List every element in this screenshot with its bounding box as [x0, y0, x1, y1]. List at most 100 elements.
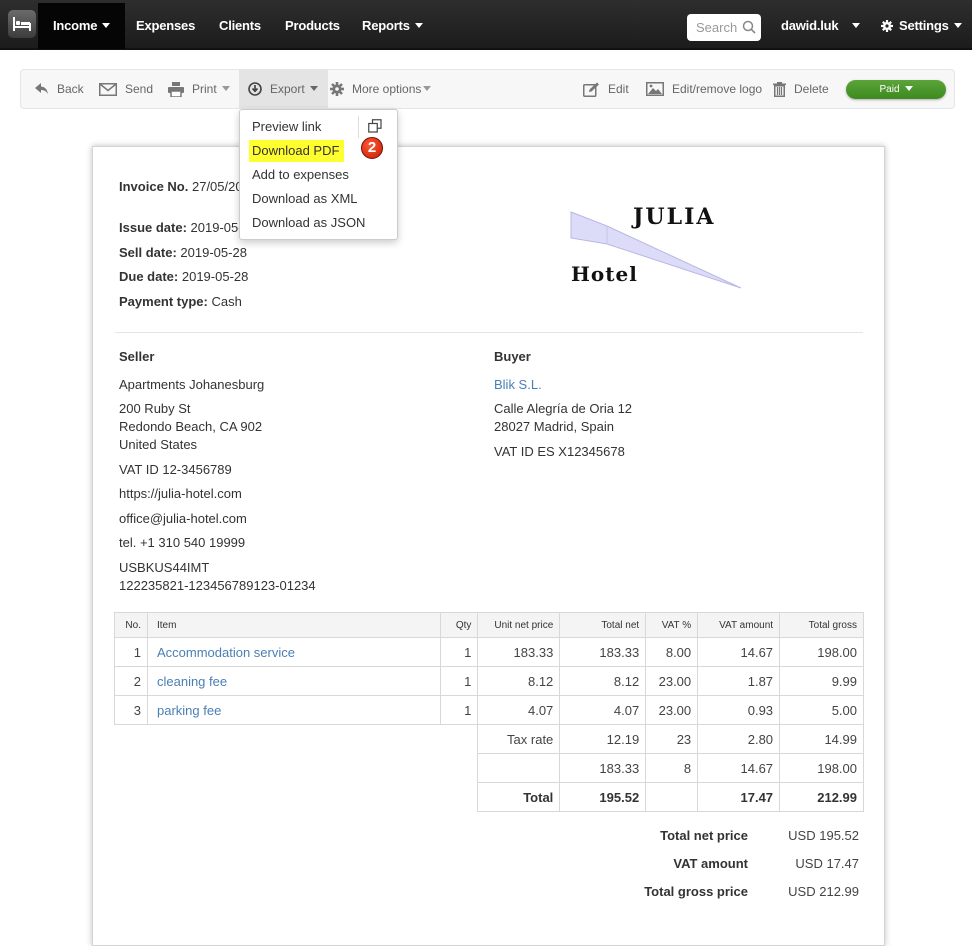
item-link[interactable]: parking fee — [146, 695, 442, 725]
logo-julia-text: JULIA — [633, 204, 716, 230]
cell-unit-net: 183.33 — [477, 637, 561, 667]
chevron-down-icon — [309, 85, 318, 91]
sell-date-label: Sell date: — [119, 245, 177, 260]
printer-icon — [168, 81, 184, 97]
seller-title: Seller — [119, 349, 155, 364]
cell-unit-net: 8.12 — [477, 666, 561, 696]
settings-menu[interactable]: Settings — [881, 3, 962, 49]
seller-website: https://julia-hotel.com — [119, 486, 242, 501]
search-input[interactable]: Search — [687, 14, 761, 41]
export-label: Export — [270, 82, 305, 96]
invoice-number-value: 27/05/20 — [191, 179, 243, 194]
tax-net: 183.33 — [559, 753, 647, 783]
menu-item-add-to-expenses[interactable]: Add to expenses — [252, 164, 349, 186]
total-net: 195.52 — [559, 782, 647, 812]
menu-item-download-xml[interactable]: Download as XML — [252, 188, 358, 210]
edit-logo-label: Edit/remove logo — [672, 82, 763, 96]
cell-vat-amount: 14.67 — [697, 637, 781, 667]
app-logo-button[interactable] — [7, 5, 37, 43]
cell-qty: 1 — [440, 666, 479, 696]
nav-income-label: Income — [53, 18, 98, 33]
gear-icon — [881, 19, 893, 32]
summary-net-label: Total net price — [660, 828, 748, 843]
cell-vat-pct: 8.00 — [645, 637, 699, 667]
col-header-no: No. — [114, 612, 148, 638]
download-circle-icon — [248, 82, 262, 96]
menu-item-preview-link[interactable]: Preview link — [252, 116, 321, 138]
image-icon — [646, 82, 664, 96]
cell-qty: 1 — [440, 695, 479, 725]
status-paid-button[interactable]: Paid — [846, 80, 946, 99]
search-placeholder: Search — [696, 20, 738, 35]
nav-reports[interactable]: Reports — [362, 3, 423, 49]
sell-date: Sell date: 2019-05-28 — [119, 245, 247, 260]
search-icon[interactable] — [742, 20, 756, 34]
item-link[interactable]: cleaning fee — [146, 666, 442, 696]
settings-label: Settings — [899, 18, 949, 33]
tax-rate: 8 — [645, 753, 699, 783]
nav-products[interactable]: Products — [285, 3, 340, 49]
empty-cell — [477, 753, 561, 783]
step-number-badge: 2 — [361, 137, 383, 159]
nav-clients[interactable]: Clients — [219, 3, 261, 49]
seller-account: 122235821-123456789123-01234 — [119, 578, 316, 593]
company-logo: JULIA Hotel — [569, 202, 744, 292]
tax-rate-row: 183.33 8 14.67 198.00 — [115, 753, 864, 783]
cell-no: 3 — [114, 695, 148, 725]
chevron-down-icon — [852, 23, 861, 29]
col-header-vat-amount: VAT amount — [697, 612, 781, 638]
col-header-vat-pct: VAT % — [645, 612, 699, 638]
menu-item-download-pdf[interactable]: Download PDF — [249, 140, 345, 162]
edit-label: Edit — [608, 82, 629, 96]
buyer-name-link[interactable]: Blik S.L. — [494, 376, 542, 394]
status-label: Paid — [879, 84, 900, 95]
buyer-title: Buyer — [494, 349, 531, 364]
menu-item-download-json[interactable]: Download as JSON — [252, 212, 365, 234]
summary-vat-value: USD 17.47 — [795, 856, 859, 871]
print-button[interactable]: Print — [168, 70, 230, 108]
cell-total-gross: 9.99 — [779, 666, 864, 696]
cell-total-net: 4.07 — [559, 695, 647, 725]
seller-email: office@julia-hotel.com — [119, 511, 247, 526]
nav-reports-label: Reports — [362, 18, 410, 33]
back-button[interactable]: Back — [35, 70, 84, 108]
chevron-down-icon — [904, 85, 913, 91]
seller-address-line1: 200 Ruby St — [119, 401, 191, 416]
total-vat: 17.47 — [697, 782, 781, 812]
copy-icon[interactable] — [368, 119, 382, 133]
col-header-item: Item — [146, 612, 442, 638]
more-options-button[interactable]: More options — [330, 70, 432, 108]
total-gross: 212.99 — [779, 782, 864, 812]
delete-button[interactable]: Delete — [773, 70, 829, 108]
tax-rate: 23 — [645, 724, 699, 754]
cell-vat-amount: 0.93 — [697, 695, 781, 725]
empty-cell — [645, 782, 699, 812]
buyer-address-line2: 28027 Madrid, Spain — [494, 419, 614, 434]
chevron-down-icon — [102, 23, 111, 29]
edit-button[interactable]: Edit — [583, 70, 629, 108]
table-row: 2 cleaning fee 1 8.12 8.12 23.00 1.87 9.… — [114, 666, 864, 696]
cell-vat-pct: 23.00 — [645, 666, 699, 696]
item-link[interactable]: Accommodation service — [146, 637, 442, 667]
send-button[interactable]: Send — [99, 70, 153, 108]
total-row: Total 195.52 17.47 212.99 — [115, 782, 864, 812]
delete-label: Delete — [794, 82, 829, 96]
edit-logo-button[interactable]: Edit/remove logo — [646, 70, 762, 108]
user-menu[interactable]: dawid.luk — [781, 3, 861, 49]
export-button[interactable]: Export — [239, 70, 328, 108]
table-row: 1 Accommodation service 1 183.33 183.33 … — [114, 637, 864, 667]
seller-name: Apartments Johanesburg — [119, 377, 265, 392]
cell-unit-net: 4.07 — [477, 695, 561, 725]
cell-total-gross: 5.00 — [779, 695, 864, 725]
tax-rate-row: Tax rate 12.19 23 2.80 14.99 — [114, 724, 864, 754]
cell-no: 1 — [114, 637, 148, 667]
more-options-label: More options — [352, 82, 422, 96]
nav-income[interactable]: Income — [38, 3, 126, 49]
nav-expenses[interactable]: Expenses — [136, 3, 195, 49]
trash-icon — [773, 81, 786, 97]
cell-qty: 1 — [440, 637, 479, 667]
divider — [115, 332, 863, 333]
invoice-items-table: No. Item Qty Unit net price Total net VA… — [114, 612, 864, 812]
due-date-value: 2019-05-28 — [181, 269, 249, 284]
summary-gross-value: USD 212.99 — [788, 884, 859, 899]
